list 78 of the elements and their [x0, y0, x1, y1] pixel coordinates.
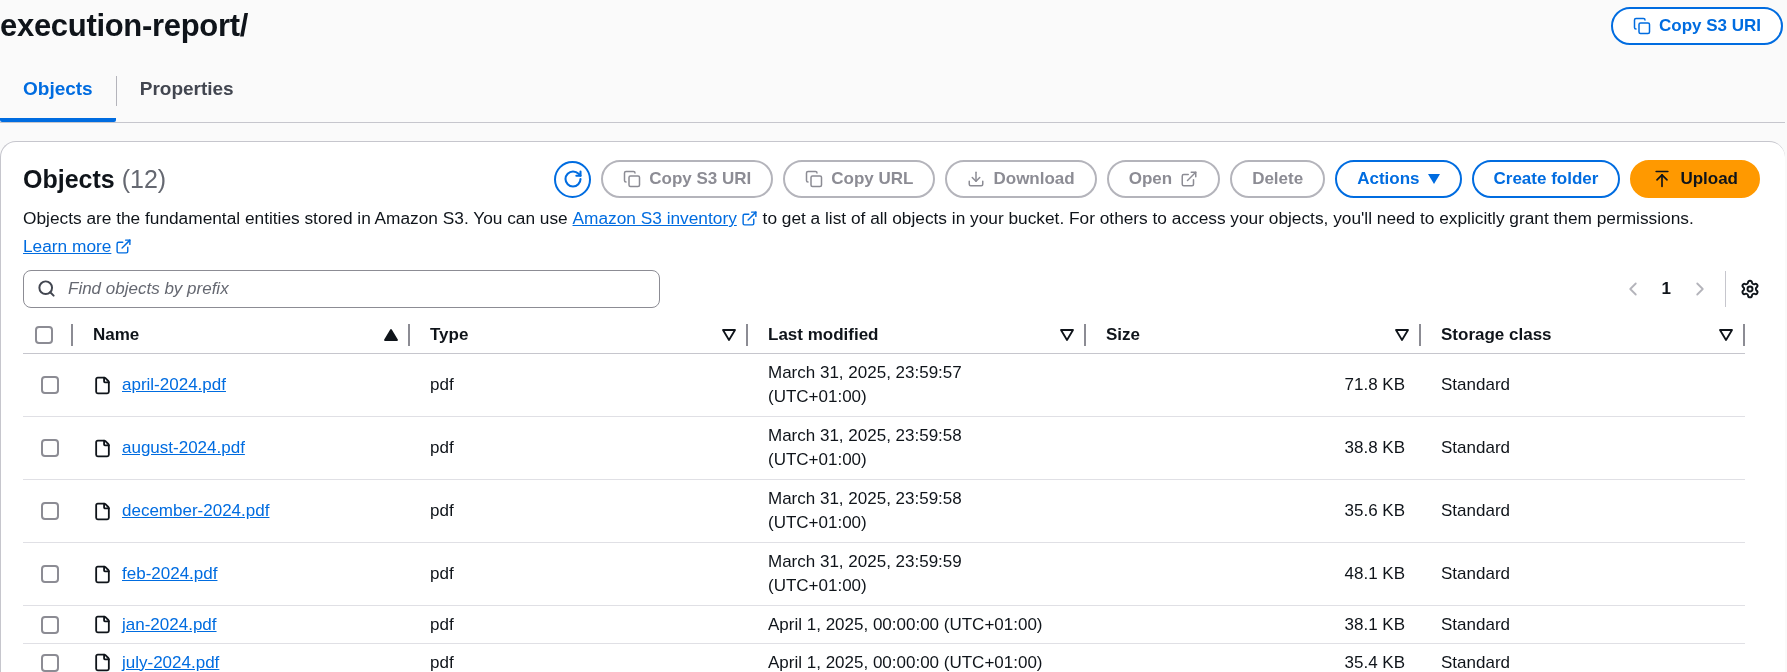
row-checkbox[interactable] — [41, 615, 59, 634]
search-field[interactable]: Find objects by prefix — [23, 270, 660, 308]
download-icon — [967, 170, 986, 188]
learn-more-link[interactable]: Learn more — [23, 232, 133, 260]
row-checkbox[interactable] — [41, 565, 59, 583]
table-cell-text: March 31, 2025, 23:59:59 (UTC+01:00) — [768, 551, 963, 597]
row-checkbox[interactable] — [41, 376, 59, 394]
file-link[interactable]: feb-2024.pdf — [122, 562, 218, 586]
page-number[interactable]: 1 — [1657, 279, 1675, 299]
table-cell-text: Standard — [1441, 613, 1510, 636]
table-cell-text: Standard — [1441, 651, 1510, 672]
description-text: Objects are the fundamental entities stored in Amazon S3. You can use Amazon S3 inventory to get a list of all objects in your bucket. For others to access your objects, you'll need to explicitly grant them permissions. Learn more — [23, 204, 1760, 260]
inventory-link[interactable]: Amazon S3 inventory — [572, 204, 758, 232]
table-cell-text: pdf — [430, 613, 454, 636]
external-link-icon — [1180, 170, 1199, 188]
page-title: execution-report/ — [0, 8, 249, 44]
row-checkbox[interactable] — [41, 439, 59, 457]
table-cell-text: Standard — [1441, 374, 1510, 396]
external-link-icon — [115, 237, 133, 255]
tab[interactable]: Objects — [0, 60, 116, 122]
action-button[interactable]: Actions — [1335, 160, 1462, 198]
refresh-icon — [562, 169, 583, 189]
table-cell-text: 38.1 KB — [1344, 613, 1405, 636]
copy-icon — [623, 170, 642, 188]
column-header: Storage class — [1441, 324, 1552, 345]
table-cell-text: pdf — [430, 651, 454, 672]
file-icon — [93, 501, 112, 521]
table-cell-text: pdf — [430, 563, 454, 585]
file-icon — [93, 375, 112, 395]
refresh-button[interactable] — [554, 160, 592, 198]
copy-icon — [1632, 17, 1651, 35]
row-checkbox[interactable] — [41, 653, 59, 672]
file-icon — [93, 653, 112, 672]
table-cell-text: March 31, 2025, 23:59:58 (UTC+01:00) — [768, 488, 963, 534]
column-header: Size — [1106, 324, 1141, 345]
copy-s3-uri-button[interactable]: Copy S3 URI — [1610, 7, 1783, 45]
action-button[interactable]: Create folder — [1471, 160, 1621, 198]
row-checkbox[interactable] — [41, 502, 59, 520]
column-header: Last modified — [768, 324, 879, 345]
file-icon — [93, 438, 112, 458]
table-cell-text: pdf — [430, 437, 454, 459]
copy-icon — [805, 170, 824, 188]
table-cell-text: 38.8 KB — [1344, 437, 1405, 459]
table-cell-text: Standard — [1441, 500, 1510, 522]
table-cell-text: Standard — [1441, 437, 1510, 459]
action-button[interactable]: Upload — [1630, 160, 1760, 198]
file-icon — [93, 564, 112, 584]
table-cell-text: March 31, 2025, 23:59:57 (UTC+01:00) — [768, 362, 963, 408]
sort-icon[interactable] — [1719, 328, 1733, 341]
table-cell-text: 71.8 KB — [1344, 374, 1405, 396]
table-cell-text: April 1, 2025, 00:00:00 (UTC+01:00) — [768, 613, 1043, 636]
column-header: Name — [93, 324, 140, 345]
sort-icon[interactable] — [1395, 328, 1409, 341]
table-cell-text: 48.1 KB — [1344, 563, 1405, 585]
table-cell-text: 35.4 KB — [1344, 651, 1405, 672]
file-icon — [93, 615, 112, 634]
sort-icon[interactable] — [722, 328, 736, 341]
select-all-checkbox[interactable] — [35, 325, 53, 344]
table-cell-text: 35.6 KB — [1344, 500, 1405, 522]
file-link[interactable]: july-2024.pdf — [122, 650, 220, 672]
table-cell-text: pdf — [430, 374, 454, 396]
panel-title: Objects (12) — [23, 164, 167, 194]
table-cell-text: pdf — [430, 500, 454, 522]
external-link-icon — [740, 209, 758, 227]
search-icon — [37, 279, 56, 298]
sort-icon[interactable] — [1060, 328, 1074, 341]
table-cell-text: Standard — [1441, 563, 1510, 585]
file-link[interactable]: april-2024.pdf — [122, 373, 226, 397]
file-link[interactable]: december-2024.pdf — [122, 499, 270, 523]
column-header: Type — [430, 324, 469, 345]
sort-ascending-icon[interactable] — [384, 328, 398, 341]
caret-icon — [1427, 174, 1440, 184]
file-link[interactable]: august-2024.pdf — [122, 436, 245, 460]
tab[interactable]: Properties — [116, 60, 257, 122]
table-cell-text: April 1, 2025, 00:00:00 (UTC+01:00) — [768, 651, 1043, 672]
table-cell-text: March 31, 2025, 23:59:58 (UTC+01:00) — [768, 425, 963, 471]
settings-icon[interactable] — [1740, 279, 1760, 299]
file-link[interactable]: jan-2024.pdf — [122, 612, 217, 637]
